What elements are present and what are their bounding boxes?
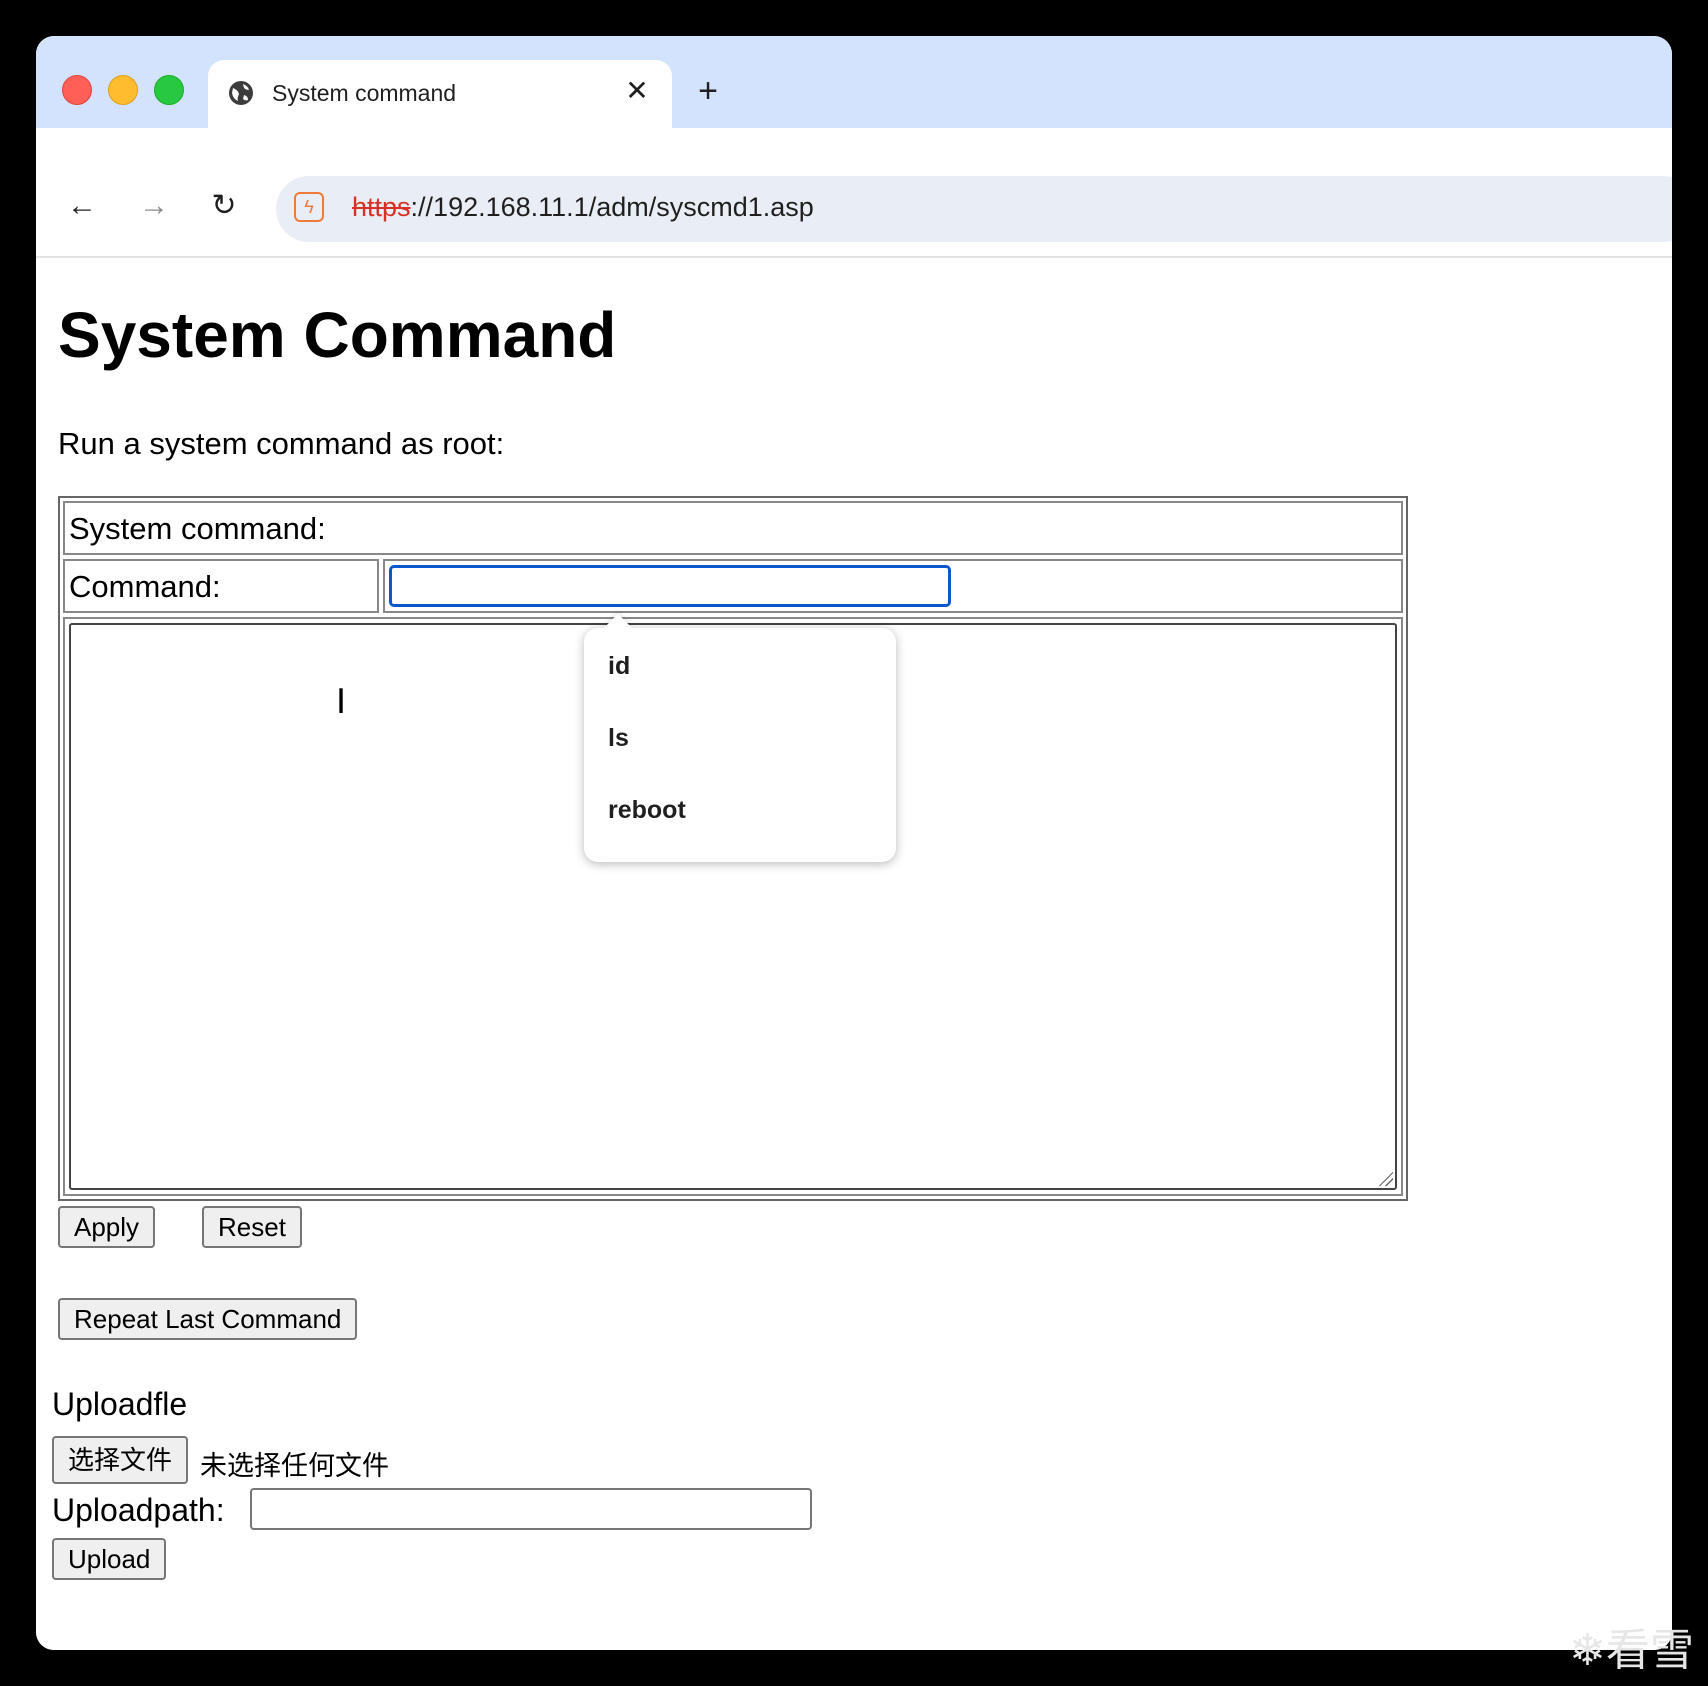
autocomplete-item[interactable]: ls bbox=[608, 724, 629, 753]
upload-button[interactable]: Upload bbox=[52, 1538, 167, 1580]
arrow-left-icon[interactable]: ← bbox=[62, 186, 102, 226]
url-scheme: https bbox=[352, 192, 411, 222]
minimize-window-button[interactable] bbox=[108, 75, 138, 105]
no-file-chosen-text: 未选择任何文件 bbox=[200, 1451, 389, 1481]
autocomplete-dropdown: id ls reboot bbox=[584, 613, 896, 862]
watermark-logo: ❄看雪 bbox=[1569, 1625, 1694, 1676]
browser-window: System command ✕ + ← → ↻ ϟ https://192.1… bbox=[36, 36, 1672, 1650]
apply-button[interactable]: Apply bbox=[58, 1206, 156, 1248]
not-secure-icon[interactable]: ϟ bbox=[294, 192, 324, 222]
choose-file-button[interactable]: 选择文件 bbox=[52, 1436, 189, 1484]
upload-file-label: Uploadfle bbox=[52, 1386, 188, 1422]
address-bar[interactable]: ϟ https://192.168.11.1/adm/syscmd1.asp bbox=[276, 176, 1672, 242]
resize-handle[interactable] bbox=[1377, 1170, 1393, 1186]
autocomplete-item[interactable]: id bbox=[608, 652, 630, 681]
arrow-right-icon[interactable]: → bbox=[134, 186, 174, 226]
command-input-cell bbox=[383, 559, 1403, 613]
maximize-window-button[interactable] bbox=[154, 75, 184, 105]
table-header-row: System command: bbox=[63, 501, 1403, 555]
globe-icon bbox=[229, 81, 253, 105]
table-header-label: System command: bbox=[69, 511, 326, 546]
url-path: ://192.168.11.1/adm/syscmd1.asp bbox=[410, 192, 814, 222]
command-label-cell: Command: bbox=[63, 559, 379, 613]
text-cursor-icon: I bbox=[336, 682, 347, 722]
upload-path-label: Uploadpath: bbox=[52, 1492, 225, 1528]
browser-toolbar: ← → ↻ ϟ https://192.168.11.1/adm/syscmd1… bbox=[36, 128, 1672, 258]
tab-title: System command bbox=[272, 80, 457, 106]
reload-icon[interactable]: ↻ bbox=[204, 186, 244, 226]
page-content: System Command Run a system command as r… bbox=[36, 258, 1672, 1650]
watermark-text: 看雪 bbox=[1606, 1625, 1694, 1676]
reset-button[interactable]: Reset bbox=[202, 1206, 302, 1248]
close-window-button[interactable] bbox=[62, 75, 92, 105]
autocomplete-item[interactable]: reboot bbox=[608, 796, 686, 825]
repeat-last-command-button[interactable]: Repeat Last Command bbox=[58, 1298, 358, 1340]
upload-path-input[interactable] bbox=[250, 1488, 812, 1530]
tab-system-command[interactable]: System command ✕ bbox=[208, 60, 672, 128]
intro-text: Run a system command as root: bbox=[58, 426, 505, 461]
plus-icon[interactable]: + bbox=[690, 74, 726, 110]
url-text[interactable]: https://192.168.11.1/adm/syscmd1.asp bbox=[352, 192, 814, 223]
tab-strip: System command ✕ + bbox=[36, 36, 1672, 128]
page-title: System Command bbox=[58, 299, 617, 371]
command-label: Command: bbox=[69, 569, 221, 604]
close-icon[interactable]: ✕ bbox=[620, 74, 654, 108]
command-input[interactable] bbox=[389, 565, 951, 607]
